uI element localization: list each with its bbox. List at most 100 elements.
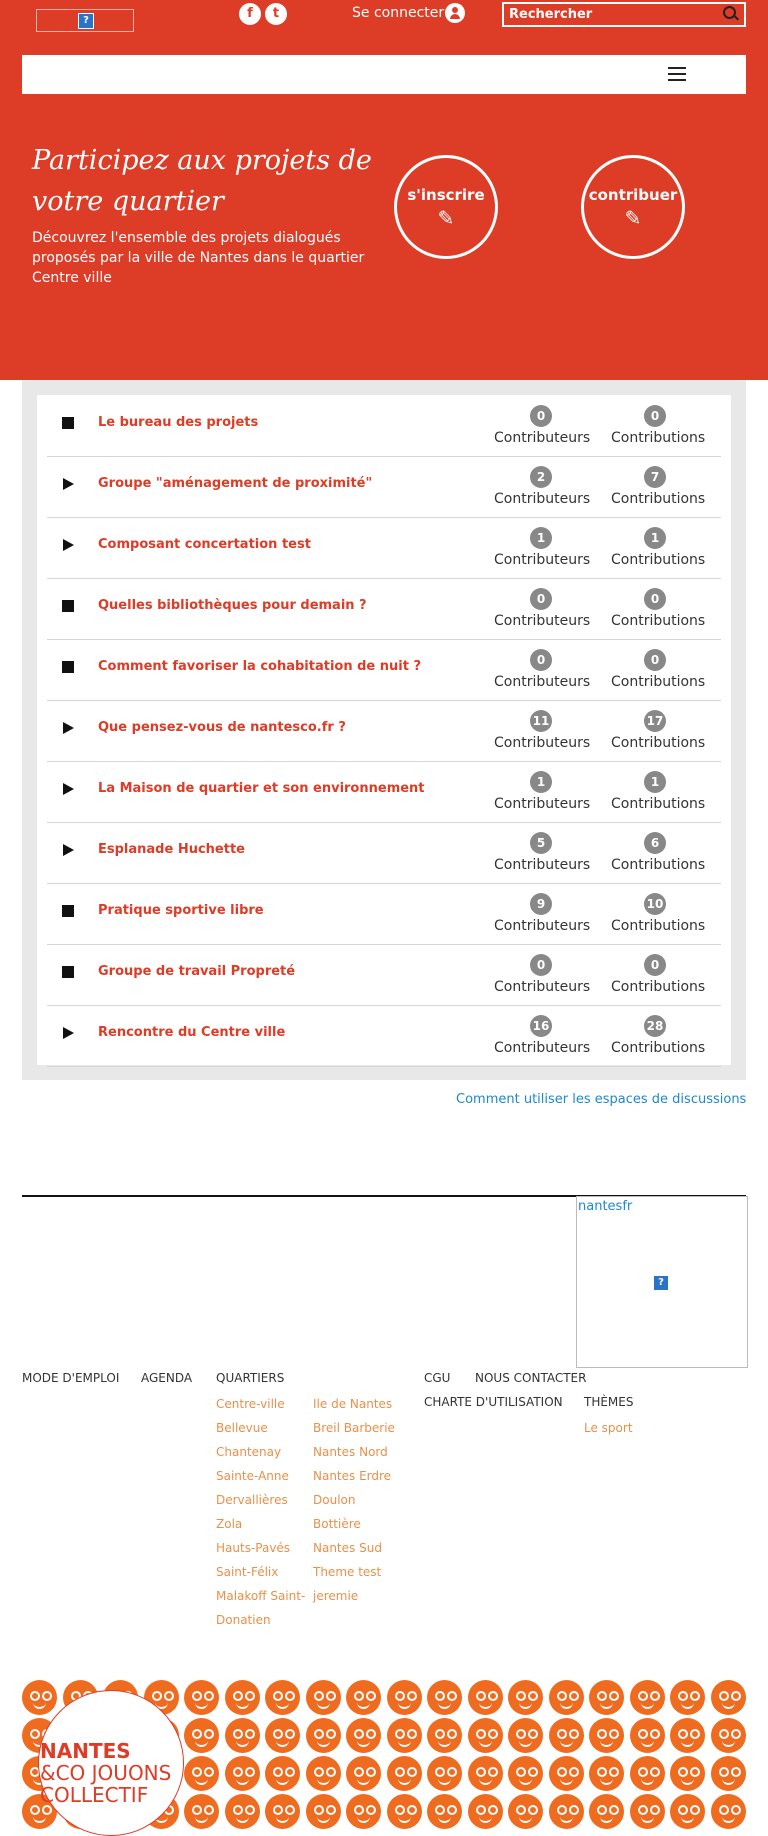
signup-button[interactable]: s'inscrire ✎ bbox=[394, 155, 498, 259]
footer-list-link[interactable]: Zola bbox=[216, 1512, 311, 1536]
footer-list-link[interactable]: Bellevue bbox=[216, 1416, 311, 1440]
contribute-button[interactable]: contribuer ✎ bbox=[581, 155, 685, 259]
contributors-label: Contributeurs bbox=[494, 979, 591, 995]
footer-list-link[interactable]: Chantenay bbox=[216, 1440, 311, 1464]
hero-subtitle: Découvrez l'ensemble des projets dialogu… bbox=[32, 230, 365, 286]
face-icon bbox=[305, 1718, 341, 1753]
contributions-count-badge: 1 bbox=[644, 771, 666, 793]
footer-list-link[interactable]: Nantes Erdre bbox=[313, 1464, 408, 1488]
footer-list-link[interactable]: Centre-ville bbox=[216, 1392, 311, 1416]
footer-list-link[interactable]: Le sport bbox=[584, 1416, 704, 1440]
footer-list-link[interactable]: Hauts-Pavés bbox=[216, 1536, 311, 1560]
contributions-label: Contributions bbox=[611, 1040, 706, 1056]
user-icon[interactable] bbox=[445, 3, 465, 23]
footer-list-link[interactable]: Breil Barberie bbox=[313, 1416, 408, 1440]
footer-list-link[interactable]: Nantes Sud bbox=[313, 1536, 408, 1560]
facebook-icon[interactable]: f bbox=[239, 3, 261, 25]
contributions-label: Contributions bbox=[611, 796, 706, 812]
face-icon bbox=[184, 1756, 219, 1791]
nantesfr-link[interactable]: nantesfr bbox=[578, 1199, 632, 1214]
face-icon bbox=[589, 1756, 624, 1791]
face-icon bbox=[710, 1680, 746, 1715]
contributions-count-badge: 0 bbox=[644, 649, 666, 671]
footer-list-link[interactable]: Ile de Nantes bbox=[313, 1392, 408, 1416]
contributors-count-badge: 16 bbox=[530, 1015, 552, 1037]
project-row[interactable]: Groupe "aménagement de proximité" 2 Contri… bbox=[47, 456, 721, 518]
contributions-count-badge: 7 bbox=[644, 466, 666, 488]
footer-contact-link[interactable]: Nous contacter bbox=[475, 1371, 586, 1385]
face-icon bbox=[548, 1756, 584, 1791]
project-row[interactable]: Esplanade Huchette 5 Contributeurs 6 Contrib… bbox=[47, 822, 721, 884]
project-row[interactable]: Composant concertation test 1 Contributeur… bbox=[47, 517, 721, 579]
footer-list-link[interactable]: jeremie bbox=[313, 1584, 408, 1608]
project-row[interactable]: La Maison de quartier et son environneme… bbox=[47, 761, 721, 823]
footer-list-link[interactable]: Bottière bbox=[313, 1512, 408, 1536]
footer-list-link[interactable]: Sainte-Anne bbox=[216, 1464, 311, 1488]
contributors-label: Contributeurs bbox=[494, 735, 591, 751]
project-row[interactable]: Pratique sportive libre 9 Contributeurs 10 C… bbox=[47, 883, 721, 945]
project-title-link[interactable]: Rencontre du Centre ville bbox=[98, 1025, 285, 1040]
site-logo[interactable]: ? bbox=[36, 9, 134, 32]
contributions-label: Contributions bbox=[611, 979, 706, 995]
project-title-link[interactable]: Groupe de travail Propreté bbox=[98, 964, 295, 979]
contributors-label: Contributeurs bbox=[494, 430, 591, 446]
help-discussions-link[interactable]: Comment utiliser les espaces de discussi… bbox=[456, 1092, 746, 1107]
hamburger-menu-icon[interactable] bbox=[668, 67, 686, 81]
project-title-link[interactable]: Esplanade Huchette bbox=[98, 842, 245, 857]
face-icon bbox=[710, 1756, 746, 1791]
project-title-link[interactable]: Le bureau des projets bbox=[98, 415, 258, 430]
contributions-count-badge: 0 bbox=[644, 954, 666, 976]
face-icon bbox=[427, 1718, 462, 1753]
contributors-label: Contributeurs bbox=[494, 796, 591, 812]
footer-list-link[interactable]: Dervallières bbox=[216, 1488, 311, 1512]
project-title-link[interactable]: Pratique sportive libre bbox=[98, 903, 264, 918]
face-icon bbox=[589, 1718, 624, 1753]
footer-themes-heading: Thèmes bbox=[584, 1395, 634, 1409]
navbar bbox=[22, 55, 746, 94]
project-title-link[interactable]: Quelles bibliothèques pour demain ? bbox=[98, 598, 367, 613]
brand-line-1: NANTES bbox=[40, 1739, 131, 1763]
footer-cgu-link[interactable]: CGU bbox=[424, 1371, 450, 1385]
footer-charte-link[interactable]: Charte d'utilisation bbox=[424, 1395, 563, 1409]
search-input[interactable] bbox=[502, 2, 746, 27]
project-row[interactable]: Que pensez-vous de nantesco.fr ? 11 Contri… bbox=[47, 700, 721, 762]
footer-list-link[interactable]: Malakoff Saint- bbox=[216, 1584, 311, 1608]
project-row[interactable]: Rencontre du Centre ville 16 Contributeurs… bbox=[47, 1005, 721, 1067]
broken-image-icon: ? bbox=[653, 1275, 669, 1291]
footer-list-link[interactable]: Doulon bbox=[313, 1488, 408, 1512]
face-icon bbox=[184, 1680, 219, 1715]
contributors-label: Contributeurs bbox=[494, 491, 591, 507]
contributors-count-badge: 5 bbox=[530, 832, 552, 854]
project-row[interactable]: Le bureau des projets 0 Contributeurs 0 Cont… bbox=[47, 395, 721, 457]
project-title-link[interactable]: Composant concertation test bbox=[98, 537, 311, 552]
footer-quartiers-heading: Quartiers bbox=[216, 1371, 285, 1385]
contributors-label: Contributeurs bbox=[494, 613, 591, 629]
face-icon bbox=[386, 1680, 422, 1715]
contributors-label: Contributeurs bbox=[494, 674, 591, 690]
footer-list-link[interactable]: Nantes Nord bbox=[313, 1440, 408, 1464]
face-icon bbox=[629, 1794, 665, 1829]
face-icon bbox=[386, 1756, 422, 1791]
contributions-count-badge: 10 bbox=[644, 893, 666, 915]
project-title-link[interactable]: Comment favoriser la cohabitation de nui… bbox=[98, 659, 421, 674]
face-icon bbox=[346, 1794, 381, 1829]
project-row[interactable]: Quelles bibliothèques pour demain ? 0 Cont… bbox=[47, 578, 721, 640]
project-title-link[interactable]: La Maison de quartier et son environneme… bbox=[98, 781, 425, 796]
contributions-label: Contributions bbox=[611, 735, 706, 751]
footer-list-link[interactable]: Theme test bbox=[313, 1560, 408, 1584]
pencil-icon: ✎ bbox=[624, 206, 642, 230]
footer-mode-emploi-link[interactable]: Mode d'emploi bbox=[22, 1371, 119, 1385]
footer-list-link[interactable]: Donatien bbox=[216, 1608, 311, 1632]
play-icon bbox=[63, 478, 74, 490]
contributors-label: Contributeurs bbox=[494, 857, 591, 873]
footer-list-link[interactable]: Saint-Félix bbox=[216, 1560, 311, 1584]
footer-agenda-link[interactable]: Agenda bbox=[141, 1371, 192, 1385]
contributions-count-badge: 0 bbox=[644, 405, 666, 427]
project-title-link[interactable]: Que pensez-vous de nantesco.fr ? bbox=[98, 720, 346, 735]
search-icon[interactable] bbox=[723, 6, 736, 19]
login-link[interactable]: Se connecter bbox=[352, 5, 444, 21]
project-row[interactable]: Comment favoriser la cohabitation de nui… bbox=[47, 639, 721, 701]
project-row[interactable]: Groupe de travail Propreté 0 Contributeurs… bbox=[47, 944, 721, 1006]
project-title-link[interactable]: Groupe "aménagement de proximité" bbox=[98, 476, 372, 491]
twitter-icon[interactable]: t bbox=[265, 3, 287, 25]
